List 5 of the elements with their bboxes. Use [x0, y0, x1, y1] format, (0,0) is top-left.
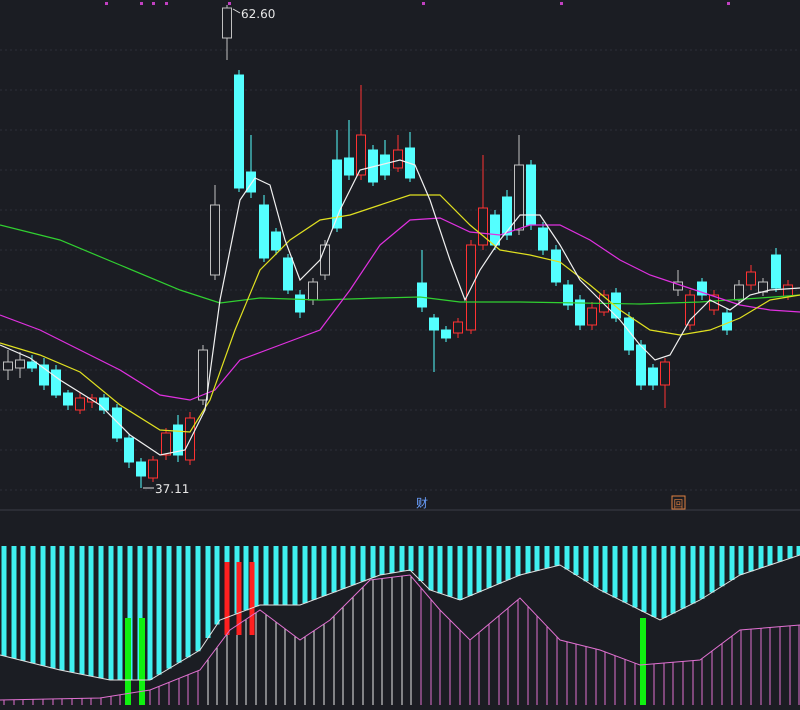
event-marker[interactable]: 财 — [416, 496, 428, 510]
leader-line — [232, 8, 240, 14]
low-price-label: 37.11 — [155, 482, 190, 496]
high-price-label: 62.60 — [241, 7, 276, 21]
event-marker[interactable]: 回 — [672, 496, 686, 510]
